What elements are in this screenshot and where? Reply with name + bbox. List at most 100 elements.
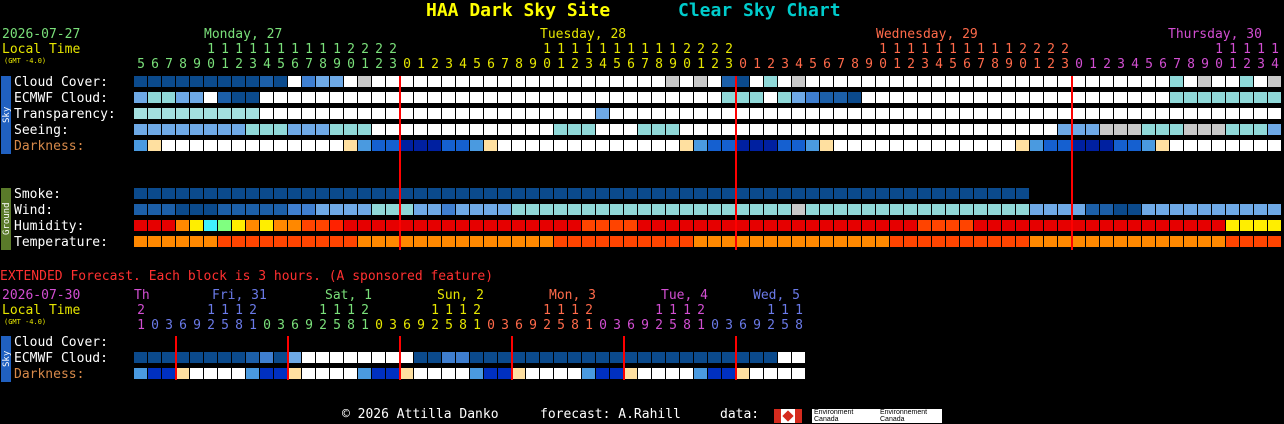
smoke-cell (694, 188, 707, 199)
wind-cell (1044, 204, 1057, 215)
ext-hour-ones: 1 (585, 318, 593, 333)
darkness-cell (442, 140, 455, 151)
darkness-cell (820, 140, 833, 151)
darkness-cell (176, 140, 189, 151)
ecmwf-cloud-cell (1072, 92, 1085, 103)
hour-ones: 8 (991, 57, 999, 72)
smoke-cell (582, 188, 595, 199)
temperature-cell (1114, 236, 1127, 247)
cloud-cover-cell (204, 76, 217, 87)
ext-hour-ones: 6 (291, 318, 299, 333)
seeing-cell (512, 124, 525, 135)
hour-ones: 1 (557, 57, 565, 72)
ecmwf-cloud-cell (1002, 92, 1015, 103)
cloud-cover-cell (1142, 76, 1155, 87)
wind-cell (176, 204, 189, 215)
ecmwf-cloud-cell (386, 92, 399, 103)
ecmwf-cloud-cell (960, 92, 973, 103)
cloud-cover-cell (1226, 76, 1239, 87)
transparency-cell (288, 108, 301, 119)
cloud-cover-cell (764, 76, 777, 87)
temperature-cell (848, 236, 861, 247)
ecmwf-cloud-cell (722, 92, 735, 103)
humidity-cell (722, 220, 735, 231)
ecmwf-cloud-cell (1058, 92, 1071, 103)
hour-ones: 4 (795, 57, 803, 72)
temperature-cell (134, 236, 147, 247)
ext-hour-ones: 6 (515, 318, 523, 333)
ext-ecmwf-cell (302, 352, 315, 363)
humidity-cell (694, 220, 707, 231)
transparency-cell (792, 108, 805, 119)
ext-hour-ones: 3 (725, 318, 733, 333)
darkness-cell (652, 140, 665, 151)
wind-cell (1114, 204, 1127, 215)
ext-hour-ones: 5 (221, 318, 229, 333)
ext-darkness-cell (260, 368, 273, 379)
humidity-cell (806, 220, 819, 231)
hour-tens: 1 (1243, 42, 1251, 57)
cloud-cover-cell (456, 76, 469, 87)
environment-canada-logo[interactable]: Environment Canada Environnement Canada (812, 409, 942, 423)
smoke-cell (988, 188, 1001, 199)
transparency-cell (960, 108, 973, 119)
temperature-cell (876, 236, 889, 247)
darkness-cell (400, 140, 413, 151)
cloud-cover-cell (1114, 76, 1127, 87)
wind-cell (596, 204, 609, 215)
ecmwf-cloud-cell (484, 92, 497, 103)
smoke-cell (750, 188, 763, 199)
smoke-cell (736, 188, 749, 199)
ecmwf-cloud-cell (414, 92, 427, 103)
cloud-cover-cell (708, 76, 721, 87)
cloud-cover-cell (190, 76, 203, 87)
humidity-cell (624, 220, 637, 231)
ext-hour-ones: 8 (235, 318, 243, 333)
humidity-cell (554, 220, 567, 231)
cloud-cover-cell (442, 76, 455, 87)
ext-hour-ones: 6 (627, 318, 635, 333)
smoke-cell (330, 188, 343, 199)
ext-darkness-cell (638, 368, 651, 379)
hour-ones: 4 (599, 57, 607, 72)
ext-ecmwf-cell (442, 352, 455, 363)
transparency-cell (470, 108, 483, 119)
temperature-cell (162, 236, 175, 247)
wind-cell (680, 204, 693, 215)
day-break-line (399, 76, 401, 250)
ecmwf-cloud-cell (288, 92, 301, 103)
transparency-cell (890, 108, 903, 119)
hour-ones: 2 (571, 57, 579, 72)
ext-hour-ones: 2 (319, 318, 327, 333)
wind-cell (1100, 204, 1113, 215)
ecmwf-cloud-cell (820, 92, 833, 103)
hour-ones: 2 (1047, 57, 1055, 72)
wind-cell (582, 204, 595, 215)
transparency-cell (484, 108, 497, 119)
transparency-cell (554, 108, 567, 119)
ecmwf-cloud-cell (680, 92, 693, 103)
hour-ones: 1 (753, 57, 761, 72)
seeing-cell (232, 124, 245, 135)
ext-hour-tens: 1 (655, 303, 663, 318)
humidity-cell (834, 220, 847, 231)
hour-ones: 1 (1089, 57, 1097, 72)
hour-ones: 0 (879, 57, 887, 72)
day-break-line (1071, 76, 1073, 250)
ext-ecmwf-cell (498, 352, 511, 363)
darkness-cell (1226, 140, 1239, 151)
humidity-cell (260, 220, 273, 231)
seeing-cell (190, 124, 203, 135)
hour-ones: 9 (1201, 57, 1209, 72)
wind-cell (1128, 204, 1141, 215)
humidity-cell (302, 220, 315, 231)
darkness-cell (1016, 140, 1029, 151)
smoke-cell (218, 188, 231, 199)
hour-ones: 5 (613, 57, 621, 72)
darkness-cell (512, 140, 525, 151)
darkness-cell (624, 140, 637, 151)
humidity-cell (652, 220, 665, 231)
humidity-cell (526, 220, 539, 231)
humidity-cell (358, 220, 371, 231)
smoke-cell (204, 188, 217, 199)
